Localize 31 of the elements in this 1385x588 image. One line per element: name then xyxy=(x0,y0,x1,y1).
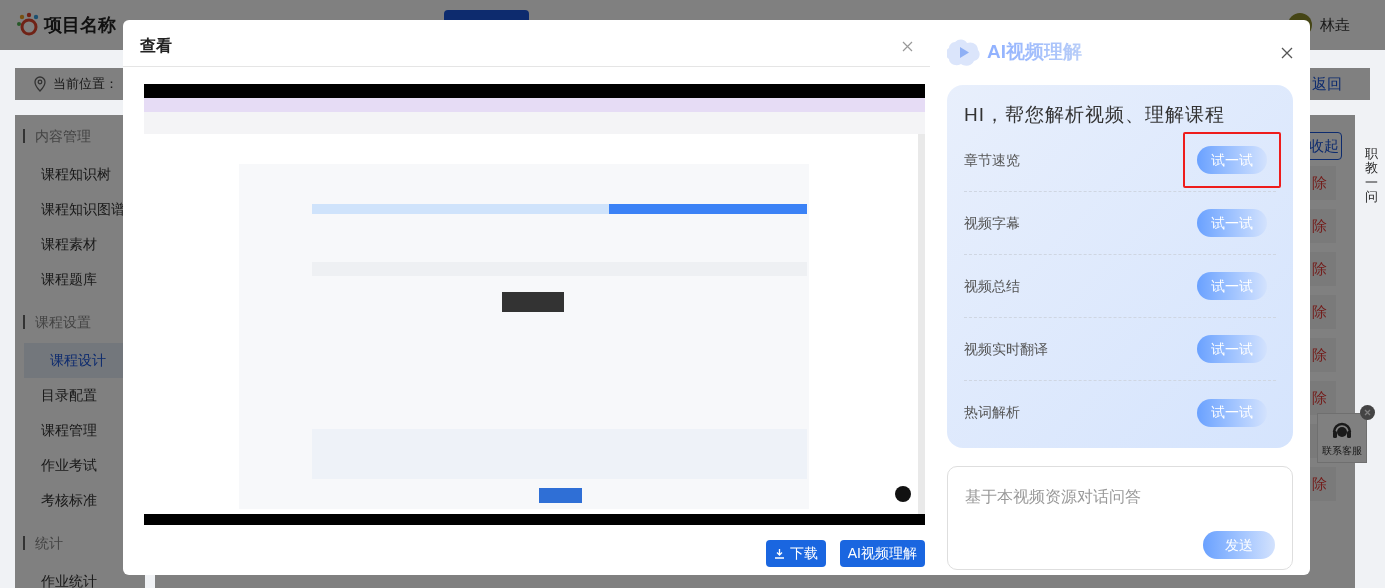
feature-label: 章节速览 xyxy=(964,150,1020,170)
try-button[interactable]: 试一试 xyxy=(1197,398,1267,427)
try-button[interactable]: 试一试 xyxy=(1197,335,1267,363)
send-button[interactable]: 发送 xyxy=(1203,531,1275,559)
chat-input[interactable]: 基于本视频资源对话问答 xyxy=(965,485,1275,509)
feature-label: 视频总结 xyxy=(964,276,1020,296)
back-link[interactable]: 返回 xyxy=(1312,72,1342,96)
feature-label: 视频实时翻译 xyxy=(964,339,1048,359)
side-tab[interactable]: 职教一问 xyxy=(1365,147,1378,205)
support-label: 联系客服 xyxy=(1322,443,1362,458)
video-logo-icon xyxy=(947,37,981,68)
breadcrumb: 当前位置： xyxy=(53,75,118,94)
chat-box[interactable]: 基于本视频资源对话问答 发送 xyxy=(947,466,1293,570)
support-widget[interactable]: 联系客服 xyxy=(1317,413,1367,463)
feature-label: 视频字幕 xyxy=(964,213,1020,233)
try-button[interactable]: 试一试 xyxy=(1197,146,1267,174)
try-button[interactable]: 试一试 xyxy=(1197,272,1267,300)
close-icon[interactable] xyxy=(1281,46,1293,59)
download-icon xyxy=(773,548,785,559)
section-heading: 统计 xyxy=(23,536,63,550)
modal-title: 查看 xyxy=(140,36,172,56)
ai-video-button[interactable]: AI视频理解 xyxy=(839,540,925,567)
user-name[interactable]: 林垚 xyxy=(1320,13,1350,37)
feature-label: 热词解析 xyxy=(964,403,1020,422)
location-icon xyxy=(33,76,47,92)
greeting: HI，帮您解析视频、理解课程 xyxy=(964,103,1226,127)
project-title: 项目名称 xyxy=(44,13,116,37)
close-icon[interactable] xyxy=(1360,405,1375,420)
try-button[interactable]: 试一试 xyxy=(1197,209,1267,237)
download-button[interactable]: 下载 xyxy=(765,540,826,567)
section-heading: 课程设置 xyxy=(23,315,91,329)
